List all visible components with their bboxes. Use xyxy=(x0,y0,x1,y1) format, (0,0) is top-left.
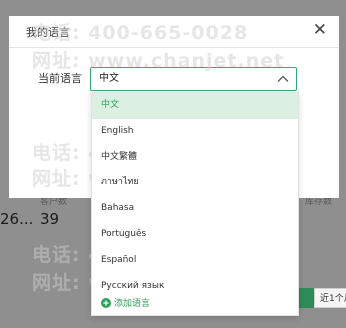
language-select[interactable]: 中文 xyxy=(90,67,297,91)
language-option[interactable]: Bahasa xyxy=(92,196,298,222)
bg-stat-value-1: 26... xyxy=(0,210,34,228)
screen: 客户数 库存数 26... 39 近1个月 我的语言 ✕ 当前语言 中文 电话:… xyxy=(0,0,346,328)
add-language-label: 添加语言 xyxy=(114,299,151,309)
language-option[interactable]: English xyxy=(92,119,298,145)
language-option[interactable]: Português xyxy=(92,222,298,248)
close-icon[interactable]: ✕ xyxy=(313,22,327,39)
language-option[interactable]: Español xyxy=(92,248,298,274)
bg-stat-value-2: 39 xyxy=(40,210,60,228)
modal-header: 我的语言 ✕ xyxy=(9,16,339,48)
bg-recent-month-button: 近1个月 xyxy=(314,288,346,308)
language-select-value: 中文 xyxy=(99,73,119,84)
add-language-button[interactable]: 添加语言 xyxy=(101,296,150,309)
language-option[interactable]: 中文 xyxy=(92,93,298,119)
current-language-label: 当前语言 xyxy=(38,72,82,85)
plus-circle-icon xyxy=(101,297,111,308)
chevron-up-icon xyxy=(277,75,289,82)
language-option[interactable]: 中文繁體 xyxy=(92,145,298,171)
language-option[interactable]: ภาษาไทย xyxy=(92,170,298,196)
language-dropdown: 中文 English 中文繁體 ภาษาไทย Bahasa Português… xyxy=(91,92,299,316)
modal-title: 我的语言 xyxy=(26,26,70,39)
